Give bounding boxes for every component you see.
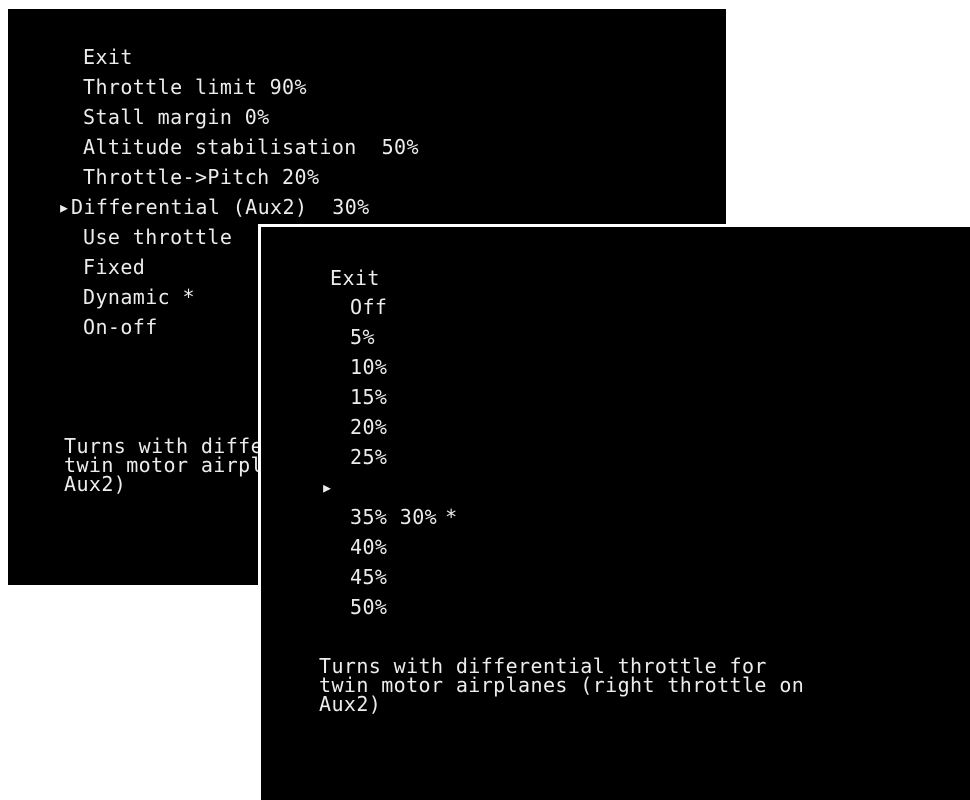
menu-item-on-off[interactable]: On-off <box>83 312 158 342</box>
menu-item-fixed[interactable]: Fixed <box>83 252 145 282</box>
menu-item-altitude-stabilisation[interactable]: Altitude stabilisation 50% <box>83 132 419 162</box>
option-off[interactable]: Off <box>350 292 387 322</box>
option-30-label: 30% <box>399 505 438 529</box>
help-text-line-3: Aux2) <box>319 692 382 716</box>
option-5[interactable]: 5% <box>350 322 375 352</box>
menu-item-use-throttle[interactable]: Use throttle <box>83 222 232 252</box>
option-45[interactable]: 45% <box>350 562 387 592</box>
menu-item-throttle-pitch[interactable]: Throttle->Pitch 20% <box>83 162 319 192</box>
menu-item-differential-aux2[interactable]: Differential (Aux2) 30% <box>71 192 370 222</box>
menu-item-exit[interactable]: Exit <box>83 42 133 72</box>
option-20[interactable]: 20% <box>350 412 387 442</box>
selection-cursor-icon: ▸ <box>58 195 71 219</box>
help-text-line-3: Aux2) <box>64 472 127 496</box>
option-50[interactable]: 50% <box>350 592 387 622</box>
menu-item-dynamic[interactable]: Dynamic * <box>83 282 195 312</box>
menu-item-throttle-limit[interactable]: Throttle limit 90% <box>83 72 307 102</box>
current-value-marker: * <box>445 505 458 529</box>
option-15[interactable]: 15% <box>350 382 387 412</box>
help-text-line-2: twin motor airplanes (right throttle on <box>319 673 805 697</box>
option-40[interactable]: 40% <box>350 532 387 562</box>
option-exit[interactable]: Exit <box>330 263 380 293</box>
option-25[interactable]: 25% <box>350 442 387 472</box>
differential-options-screen: Exit Off 5% 10% 15% 20% 25% ▸ 30% * 35% 4… <box>258 224 970 800</box>
option-10[interactable]: 10% <box>350 352 387 382</box>
menu-item-stall-margin[interactable]: Stall margin 0% <box>83 102 270 132</box>
selection-cursor-icon: ▸ <box>321 475 334 499</box>
option-35[interactable]: 35% <box>350 502 387 532</box>
